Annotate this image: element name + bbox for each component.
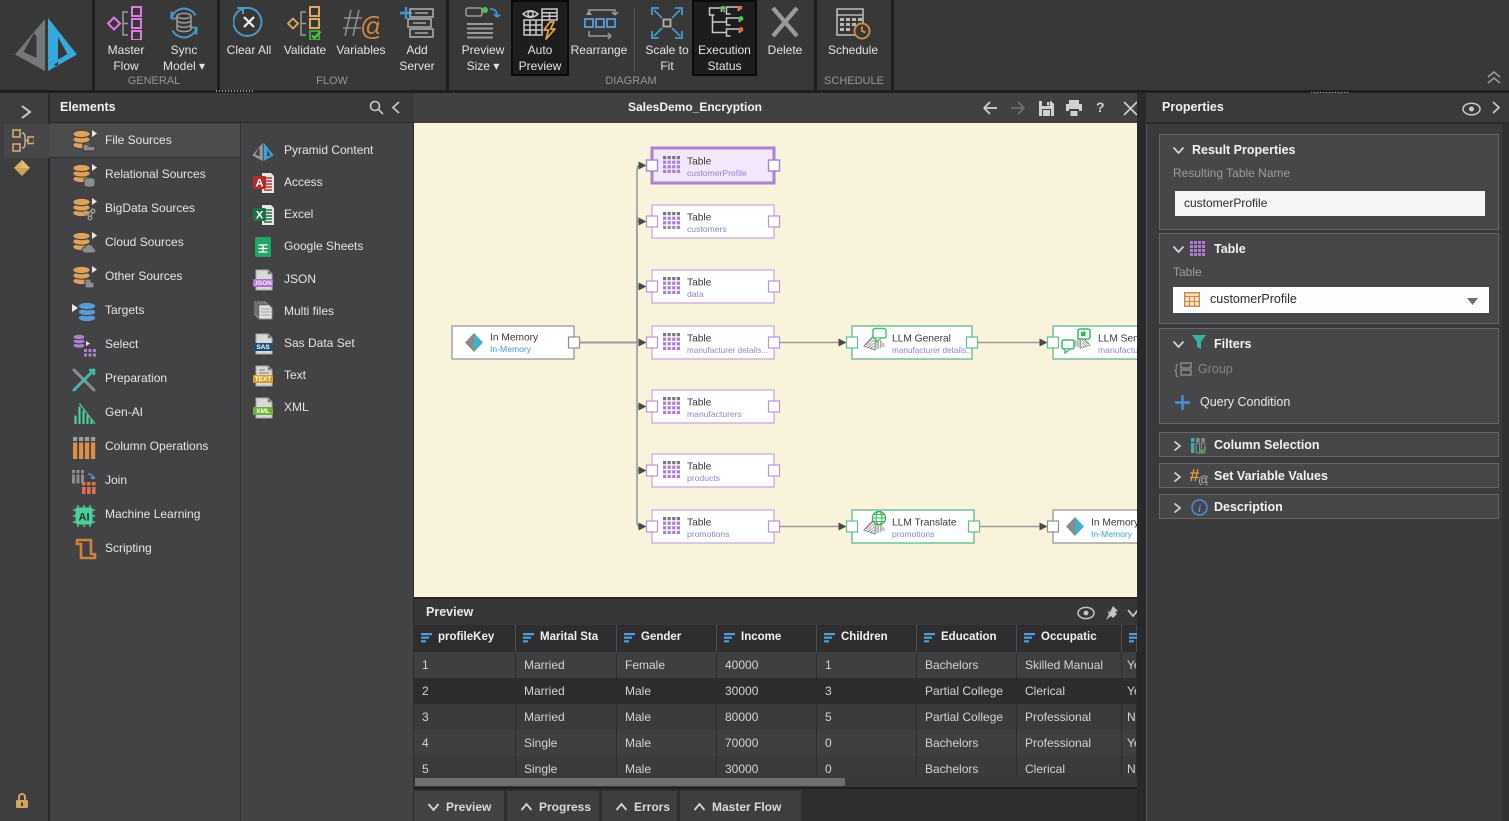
- svg-text:manufacturers: manufacturers: [687, 409, 742, 419]
- svg-text:customerProfile: customerProfile: [687, 168, 747, 178]
- svg-text:{: {: [1174, 361, 1179, 377]
- svg-text:customers: customers: [687, 224, 727, 234]
- svg-text:Table: Table: [687, 398, 712, 409]
- svg-text:products: products: [687, 473, 720, 483]
- svg-text:manufacturer: manufacturer: [1098, 345, 1137, 355]
- svg-text:XML: XML: [256, 408, 270, 415]
- svg-text:TEXT: TEXT: [255, 376, 272, 383]
- svg-text:i: i: [1198, 503, 1202, 515]
- svg-text:LLM Translate: LLM Translate: [892, 518, 957, 529]
- svg-text:manufacturer details...: manufacturer details...: [892, 346, 973, 355]
- svg-text:In-Memory: In-Memory: [1091, 529, 1133, 539]
- svg-text:JSON: JSON: [254, 280, 272, 287]
- svg-text:promotions: promotions: [687, 529, 730, 539]
- svg-text:In-Memory: In-Memory: [490, 344, 532, 354]
- svg-text:data: data: [687, 289, 704, 299]
- svg-text:manufacturer details...: manufacturer details...: [687, 346, 768, 355]
- svg-text:LLM General: LLM General: [892, 334, 951, 345]
- svg-text:LLM Sentim: LLM Sentim: [1098, 334, 1137, 345]
- svg-text:X: X: [256, 210, 264, 222]
- svg-text:SAS: SAS: [256, 344, 270, 351]
- svg-text:AI: AI: [79, 512, 90, 524]
- svg-text:Table: Table: [687, 213, 712, 224]
- svg-text:A: A: [256, 178, 264, 190]
- svg-text:Table: Table: [687, 518, 712, 529]
- svg-text:Table: Table: [687, 278, 712, 289]
- svg-text:In Memory: In Memory: [490, 333, 539, 344]
- svg-text:Table: Table: [687, 462, 712, 473]
- svg-text:@: @: [1198, 473, 1208, 485]
- svg-text:promotions: promotions: [892, 529, 935, 539]
- svg-text:In Memory: In Memory: [1091, 518, 1137, 529]
- svg-text:Table: Table: [687, 334, 712, 345]
- svg-text:Table: Table: [687, 157, 712, 168]
- svg-text:@: @: [360, 11, 379, 40]
